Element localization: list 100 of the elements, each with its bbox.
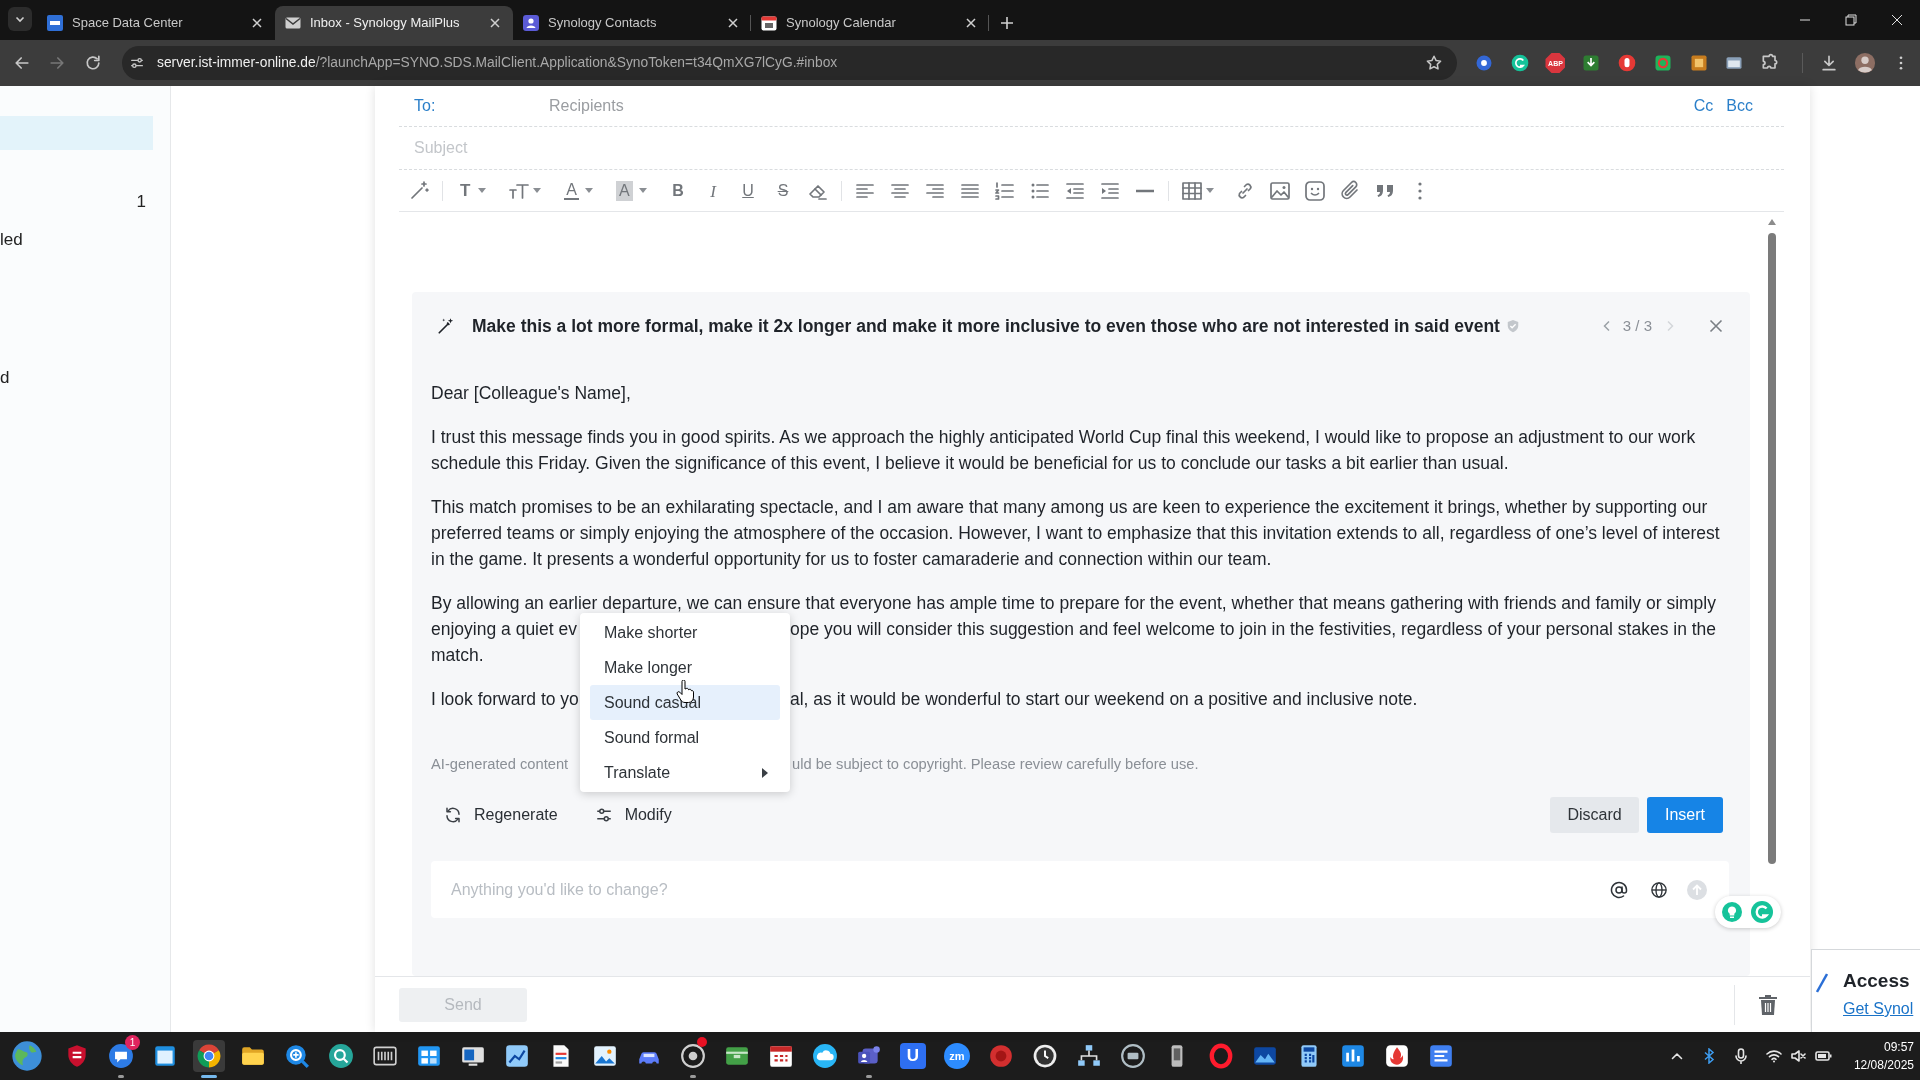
modify-button[interactable]: Modify xyxy=(594,803,672,827)
insert-button[interactable]: Insert xyxy=(1647,797,1723,833)
contact-card-icon xyxy=(523,15,539,31)
bold-button[interactable]: B xyxy=(666,178,690,203)
browser-tab[interactable]: Inbox - Synology MailPlus xyxy=(275,6,513,40)
pill-circle-icon[interactable] xyxy=(1617,53,1638,73)
globe-icon[interactable] xyxy=(11,1040,43,1072)
bluetooth-icon[interactable] xyxy=(1702,1048,1715,1064)
caret-icon xyxy=(533,188,541,193)
network-icon[interactable] xyxy=(1076,1043,1102,1069)
battery-icon[interactable] xyxy=(1814,1050,1832,1062)
browser-tab[interactable]: Synology Calendar xyxy=(751,6,989,40)
slash-icon xyxy=(1816,973,1828,993)
shield-check-icon xyxy=(1505,319,1520,333)
menu-item[interactable]: Make shorter xyxy=(590,615,780,650)
font-button[interactable]: T xyxy=(454,178,496,203)
flame-icon[interactable] xyxy=(1384,1043,1410,1069)
ring-icon[interactable] xyxy=(1208,1043,1234,1069)
at-sign-icon[interactable] xyxy=(1610,880,1628,899)
avatar-icon[interactable] xyxy=(1854,52,1877,74)
speaker-muted-icon[interactable] xyxy=(1790,1049,1806,1063)
italic-button[interactable]: I xyxy=(701,178,725,203)
disclaimer-fragment: AI-generated content xyxy=(431,756,569,772)
email-paragraph: This match promises to be an exhilarating spectacle, and I am aware that many among us are keen to experience the excitement it brings, whether by supporting our preferred teams or simply enjoying the atmosphere of the occasion. However, I want to emphasize that this invitation extends to all, regardless of one’s level of interest in the game. It presents a wonderful opportunity for us to foster camaraderie and connection within our team. xyxy=(431,496,1721,571)
caret-icon xyxy=(638,188,647,193)
globe-icon[interactable] xyxy=(1650,880,1668,899)
magic-pen-icon xyxy=(437,317,455,335)
to-label: To: xyxy=(414,96,436,116)
star-icon[interactable] xyxy=(1425,54,1443,72)
tune-icon[interactable] xyxy=(129,55,145,71)
browser-tab[interactable]: Space Data Center xyxy=(37,6,275,40)
change-request-field[interactable]: Anything you'd like to change? xyxy=(451,874,1610,905)
paragraph-fragment: enjoying a quiet ev xyxy=(431,619,577,639)
calendar-icon[interactable] xyxy=(768,1043,794,1069)
discard-button[interactable]: Discard xyxy=(1550,797,1639,833)
strikethrough-button[interactable]: S xyxy=(771,178,795,203)
line-chart-icon[interactable] xyxy=(504,1043,530,1069)
picture-icon[interactable] xyxy=(592,1043,618,1069)
clock-icon[interactable] xyxy=(1032,1043,1058,1069)
sidebar-item[interactable]: led xyxy=(0,227,153,253)
paragraph-fragment: ope you will consider this suggestion and feel welcome to join in the festivities, regardless of your personal stakes in the xyxy=(790,619,1717,639)
paragraph-fragment: I look forward to yo xyxy=(431,689,579,709)
clock-time[interactable]: 09:57 xyxy=(1883,1038,1914,1056)
caret-icon xyxy=(585,188,593,193)
calendar-icon xyxy=(761,15,777,31)
emoji-icon[interactable] xyxy=(1303,178,1327,203)
refresh-icon xyxy=(444,806,462,824)
envelope-icon xyxy=(285,15,301,31)
microphone-icon[interactable] xyxy=(1734,1048,1747,1064)
caret-icon xyxy=(1206,188,1214,193)
record-icon[interactable] xyxy=(988,1043,1014,1069)
menu-item[interactable]: Sound formal xyxy=(590,720,780,755)
page-counter: 3 / 3 xyxy=(1622,315,1652,336)
paragraph-line: By allowing an earlier departure, we can ensure that everyone has ample time to prepare for the event, whether that means gathering with friends and family or simply xyxy=(431,593,1716,613)
sliders-icon xyxy=(594,806,613,824)
subject-field[interactable]: Subject xyxy=(399,133,1784,163)
clock-date[interactable]: 12/08/2025 xyxy=(1853,1056,1914,1074)
menu-item[interactable]: Make longer xyxy=(590,650,780,685)
window-icon[interactable] xyxy=(152,1043,178,1069)
wifi-icon[interactable] xyxy=(1765,1049,1782,1063)
sidebar-item[interactable]: d xyxy=(0,365,153,391)
sidebar-item[interactable]: 1 xyxy=(0,189,153,215)
taskbar-button[interactable]: U xyxy=(900,1043,926,1069)
cc-link[interactable]: Cc xyxy=(1693,94,1714,118)
screen-circle-icon[interactable] xyxy=(1120,1043,1146,1069)
tile-icon xyxy=(47,15,63,31)
bcc-link[interactable]: Bcc xyxy=(1726,94,1753,118)
underline-button[interactable]: U xyxy=(736,178,760,203)
grid-window-icon[interactable] xyxy=(416,1043,442,1069)
scrollbar-thumb[interactable] xyxy=(1768,233,1776,864)
tab-search-button[interactable] xyxy=(8,7,32,31)
prompt-title: Make this a lot more formal, make it 2x longer and make it more inclusive to even those who are not interested in said event xyxy=(472,314,1500,338)
email-paragraph: Dear [Colleague's Name], xyxy=(431,382,632,405)
notification-link[interactable]: Get Synol xyxy=(1843,999,1914,1019)
notification-title: Access xyxy=(1843,969,1911,993)
disc-icon[interactable] xyxy=(680,1043,706,1069)
scroll-up-arrow-icon[interactable] xyxy=(1768,219,1776,225)
restore-icon[interactable] xyxy=(1845,14,1857,26)
browser-tab[interactable]: Synology Contacts xyxy=(513,6,751,40)
reload-icon[interactable] xyxy=(83,53,103,73)
text-lines-icon[interactable] xyxy=(1428,1043,1454,1069)
cloud-icon[interactable] xyxy=(812,1043,838,1069)
regenerate-button[interactable]: Regenerate xyxy=(444,803,558,827)
magnifier-icon[interactable] xyxy=(284,1043,310,1069)
disclaimer-fragment: uld be subject to copyright. Please review carefully before use. xyxy=(792,756,1199,772)
text-color-button[interactable]: A xyxy=(560,178,602,203)
download-box-icon[interactable] xyxy=(1581,53,1602,73)
menu-item[interactable]: Translate xyxy=(590,755,780,790)
circle-logo-icon[interactable] xyxy=(1509,53,1530,73)
paragraph-line: match. xyxy=(431,645,484,665)
prompt-box[interactable]: Anything you'd like to change? xyxy=(431,861,1729,918)
address-bar[interactable]: server.ist-immer-online.de/?launchApp=SYNO.SDS.MailClient.Application&SynoToken=t34QmXG7lCyG.#inbox xyxy=(122,46,1457,80)
browser-icon[interactable] xyxy=(193,1040,225,1072)
trash-icon[interactable] xyxy=(1759,994,1777,1015)
paragraph-fragment: al, as it would be wonderful to start our weekend on a positive and inclusive note. xyxy=(790,689,1418,709)
search-icon[interactable] xyxy=(328,1043,354,1069)
caret-icon xyxy=(478,188,487,193)
bar-chart-icon[interactable] xyxy=(1340,1043,1366,1069)
recipients-field[interactable]: Recipients xyxy=(549,91,1678,121)
plus-icon[interactable] xyxy=(999,15,1015,31)
